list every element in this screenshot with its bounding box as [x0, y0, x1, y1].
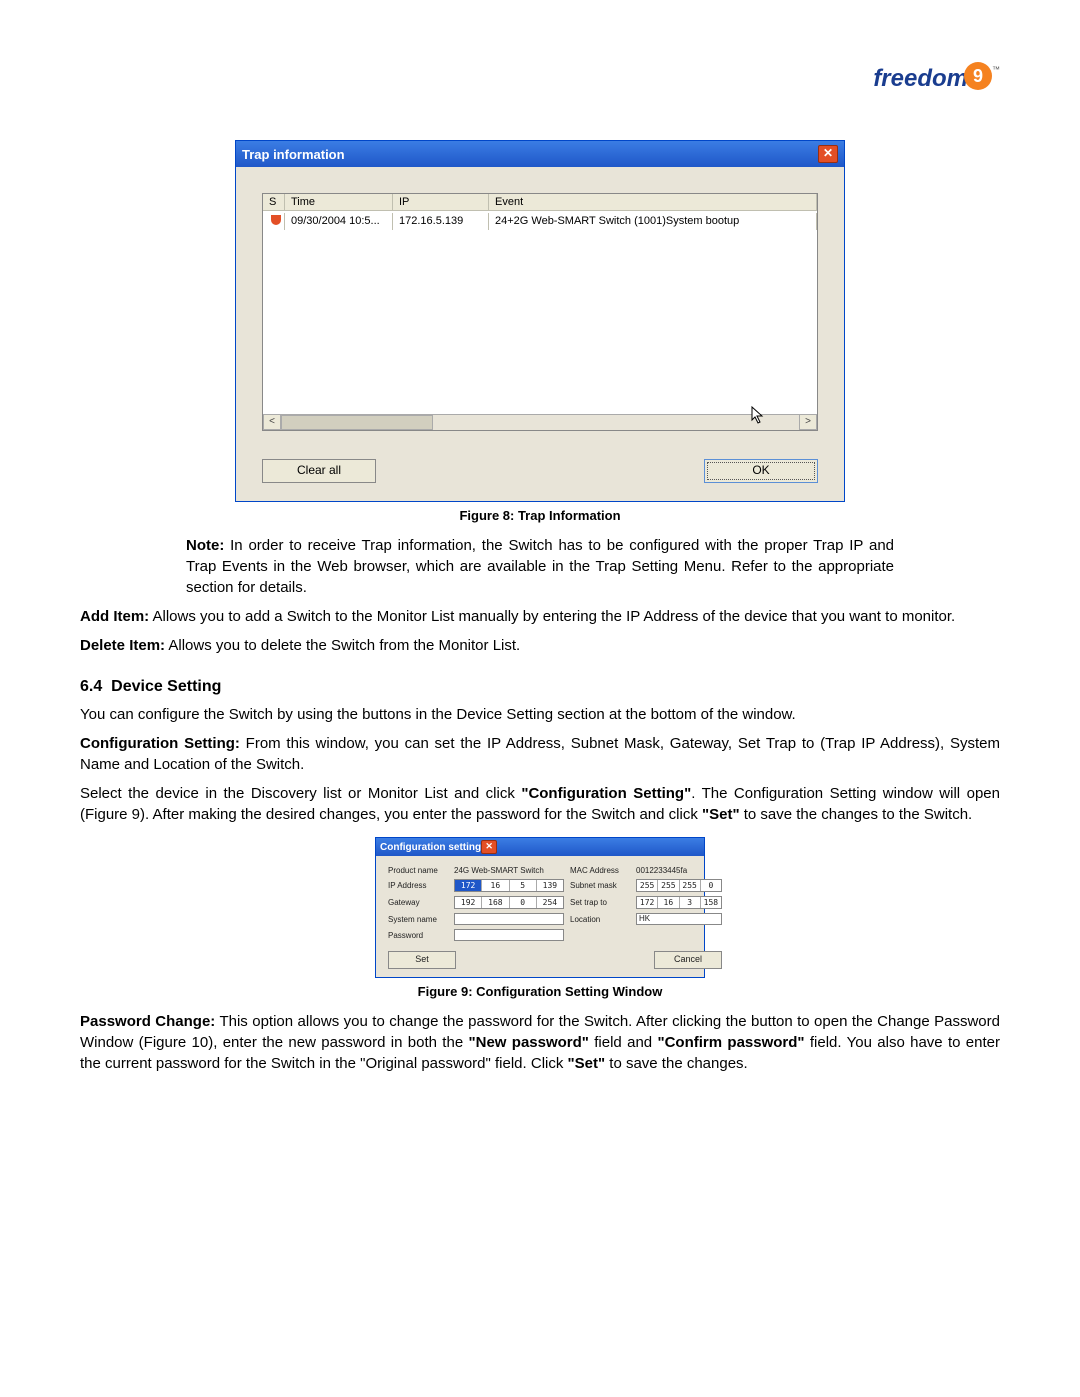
window-title: Trap information	[242, 147, 345, 162]
section-title: Device Setting	[111, 678, 221, 695]
configuration-setting-window: Configuration setting ✕ Product name 24G…	[375, 837, 705, 978]
delete-item-paragraph: Delete Item: Allows you to delete the Sw…	[80, 635, 1000, 656]
scroll-thumb[interactable]	[281, 415, 433, 430]
device-setting-intro: You can configure the Switch by using th…	[80, 704, 1000, 725]
window-titlebar: Trap information ✕	[236, 141, 844, 167]
trap-information-window: Trap information ✕ S Time IP Event 09/30…	[235, 140, 845, 502]
set-button[interactable]: Set	[388, 951, 456, 969]
label-subnet-mask: Subnet mask	[570, 881, 630, 890]
figure-9-caption: Figure 9: Configuration Setting Window	[80, 984, 1000, 999]
close-icon[interactable]: ✕	[818, 145, 838, 163]
label-set-trap-to: Set trap to	[570, 898, 630, 907]
label-location: Location	[570, 915, 630, 924]
password-input[interactable]	[454, 929, 564, 941]
password-change-label: Password Change:	[80, 1013, 215, 1030]
add-item-label: Add Item:	[80, 608, 149, 625]
scroll-left-icon[interactable]: <	[263, 414, 281, 430]
logo-nine-icon: 9	[964, 62, 992, 90]
table-row[interactable]: 09/30/2004 10:5... 172.16.5.139 24+2G We…	[263, 211, 817, 230]
label-password: Password	[388, 931, 448, 940]
delete-item-text: Allows you to delete the Switch from the…	[165, 637, 520, 654]
severity-icon	[263, 213, 285, 230]
note-paragraph: Note: In order to receive Trap informati…	[186, 535, 894, 598]
password-change-paragraph: Password Change: This option allows you …	[80, 1011, 1000, 1074]
label-product-name: Product name	[388, 866, 448, 875]
value-product-name: 24G Web-SMART Switch	[454, 866, 564, 875]
cell-ip: 172.16.5.139	[393, 213, 489, 230]
label-system-name: System name	[388, 915, 448, 924]
close-icon[interactable]: ✕	[481, 840, 497, 854]
note-text: In order to receive Trap information, th…	[186, 537, 894, 596]
add-item-text: Allows you to add a Switch to the Monito…	[149, 608, 955, 625]
col-header-s[interactable]: S	[263, 194, 285, 210]
col-header-event[interactable]: Event	[489, 194, 817, 210]
brand-logo: freedom9™	[840, 65, 1000, 96]
subnet-mask-input[interactable]: 2552552550	[636, 879, 722, 892]
note-label: Note:	[186, 537, 224, 554]
add-item-paragraph: Add Item: Allows you to add a Switch to …	[80, 606, 1000, 627]
ok-button[interactable]: OK	[704, 459, 818, 483]
set-trap-to-input[interactable]: 172163158	[636, 896, 722, 909]
label-ip-address: IP Address	[388, 881, 448, 890]
cancel-button[interactable]: Cancel	[654, 951, 722, 969]
logo-tm: ™	[992, 65, 1000, 74]
clear-all-button[interactable]: Clear all	[262, 459, 376, 483]
config-setting-paragraph: Configuration Setting: From this window,…	[80, 733, 1000, 775]
col-header-time[interactable]: Time	[285, 194, 393, 210]
cell-time: 09/30/2004 10:5...	[285, 213, 393, 230]
config-setting-label: Configuration Setting:	[80, 735, 240, 752]
value-mac-address: 0012233445fa	[636, 866, 722, 875]
config-setting-instructions: Select the device in the Discovery list …	[80, 783, 1000, 825]
col-header-ip[interactable]: IP	[393, 194, 489, 210]
horizontal-scrollbar[interactable]: < >	[263, 414, 817, 430]
section-heading: 6.4 Device Setting	[80, 678, 1000, 696]
logo-text: freedom	[873, 65, 968, 93]
trap-list: S Time IP Event 09/30/2004 10:5... 172.1…	[262, 193, 818, 431]
figure-8-caption: Figure 8: Trap Information	[80, 508, 1000, 523]
cell-event: 24+2G Web-SMART Switch (1001)System boot…	[489, 213, 817, 230]
scroll-right-icon[interactable]: >	[799, 414, 817, 430]
label-gateway: Gateway	[388, 898, 448, 907]
window-titlebar: Configuration setting ✕	[376, 838, 704, 856]
window-title: Configuration setting	[380, 842, 481, 853]
system-name-input[interactable]	[454, 913, 564, 925]
label-mac-address: MAC Address	[570, 866, 630, 875]
list-header-row: S Time IP Event	[263, 194, 817, 211]
delete-item-label: Delete Item:	[80, 637, 165, 654]
section-number: 6.4	[80, 678, 102, 695]
location-input[interactable]: HK	[636, 913, 722, 925]
gateway-input[interactable]: 1921680254	[454, 896, 564, 909]
ip-address-input[interactable]: 172165139	[454, 879, 564, 892]
